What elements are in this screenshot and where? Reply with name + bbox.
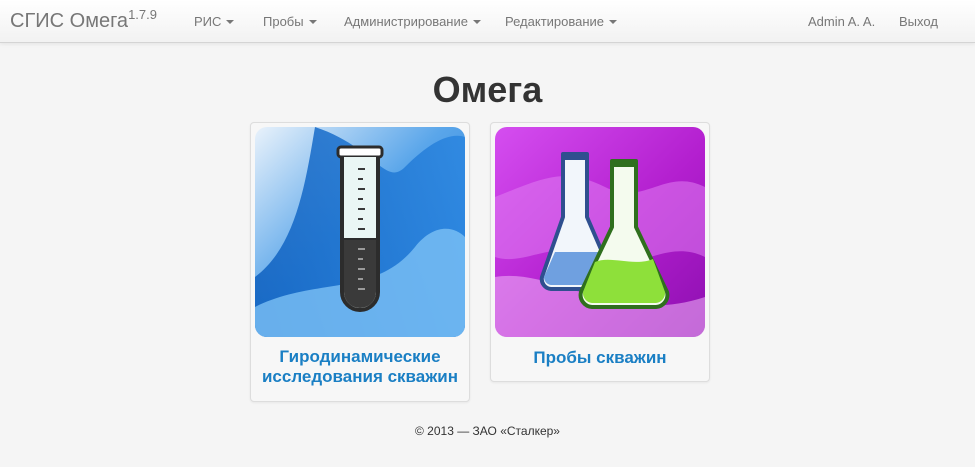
chevron-down-icon: [308, 19, 317, 24]
chevron-down-icon: [609, 19, 618, 24]
brand-name: СГИС Омега: [10, 10, 129, 32]
chevron-down-icon: [226, 19, 235, 24]
menu-editing-label: Редактирование: [505, 14, 605, 29]
version-label: 1.7.9: [128, 7, 157, 22]
caption-line-1: Гиродинамические: [279, 347, 441, 366]
brand[interactable]: СГИС Омега1.7.9: [10, 7, 157, 33]
menu-samples-label: Пробы: [263, 14, 304, 29]
tile-well-survey[interactable]: Гиродинамические исследования скважин: [250, 122, 470, 402]
menu-ris[interactable]: РИС: [194, 14, 235, 29]
navbar: СГИС Омега1.7.9 РИС Пробы Администрирова…: [0, 0, 975, 43]
user-link[interactable]: Admin A. A.: [808, 14, 875, 29]
logout-label: Выход: [899, 14, 938, 29]
menu-administration[interactable]: Администрирование: [344, 14, 481, 29]
menu-samples[interactable]: Пробы: [263, 14, 317, 29]
logout-link[interactable]: Выход: [899, 14, 938, 29]
chevron-down-icon: [472, 19, 481, 24]
footer-copyright: © 2013 — ЗАО «Сталкер»: [415, 424, 560, 438]
user-name: Admin A. A.: [808, 14, 876, 29]
test-tube-icon: [255, 127, 465, 337]
flasks-icon: [495, 127, 705, 337]
page-title: Омега: [432, 69, 543, 110]
tile-well-samples-caption[interactable]: Пробы скважин: [491, 348, 709, 368]
menu-administration-label: Администрирование: [344, 14, 468, 29]
menu-editing[interactable]: Редактирование: [505, 14, 618, 29]
caption-line-2: исследования скважин: [261, 367, 459, 386]
menu-ris-label: РИС: [194, 14, 222, 29]
tile-well-samples[interactable]: Пробы скважин: [490, 122, 710, 382]
tile-well-survey-caption[interactable]: Гиродинамические исследования скважин: [251, 347, 469, 387]
